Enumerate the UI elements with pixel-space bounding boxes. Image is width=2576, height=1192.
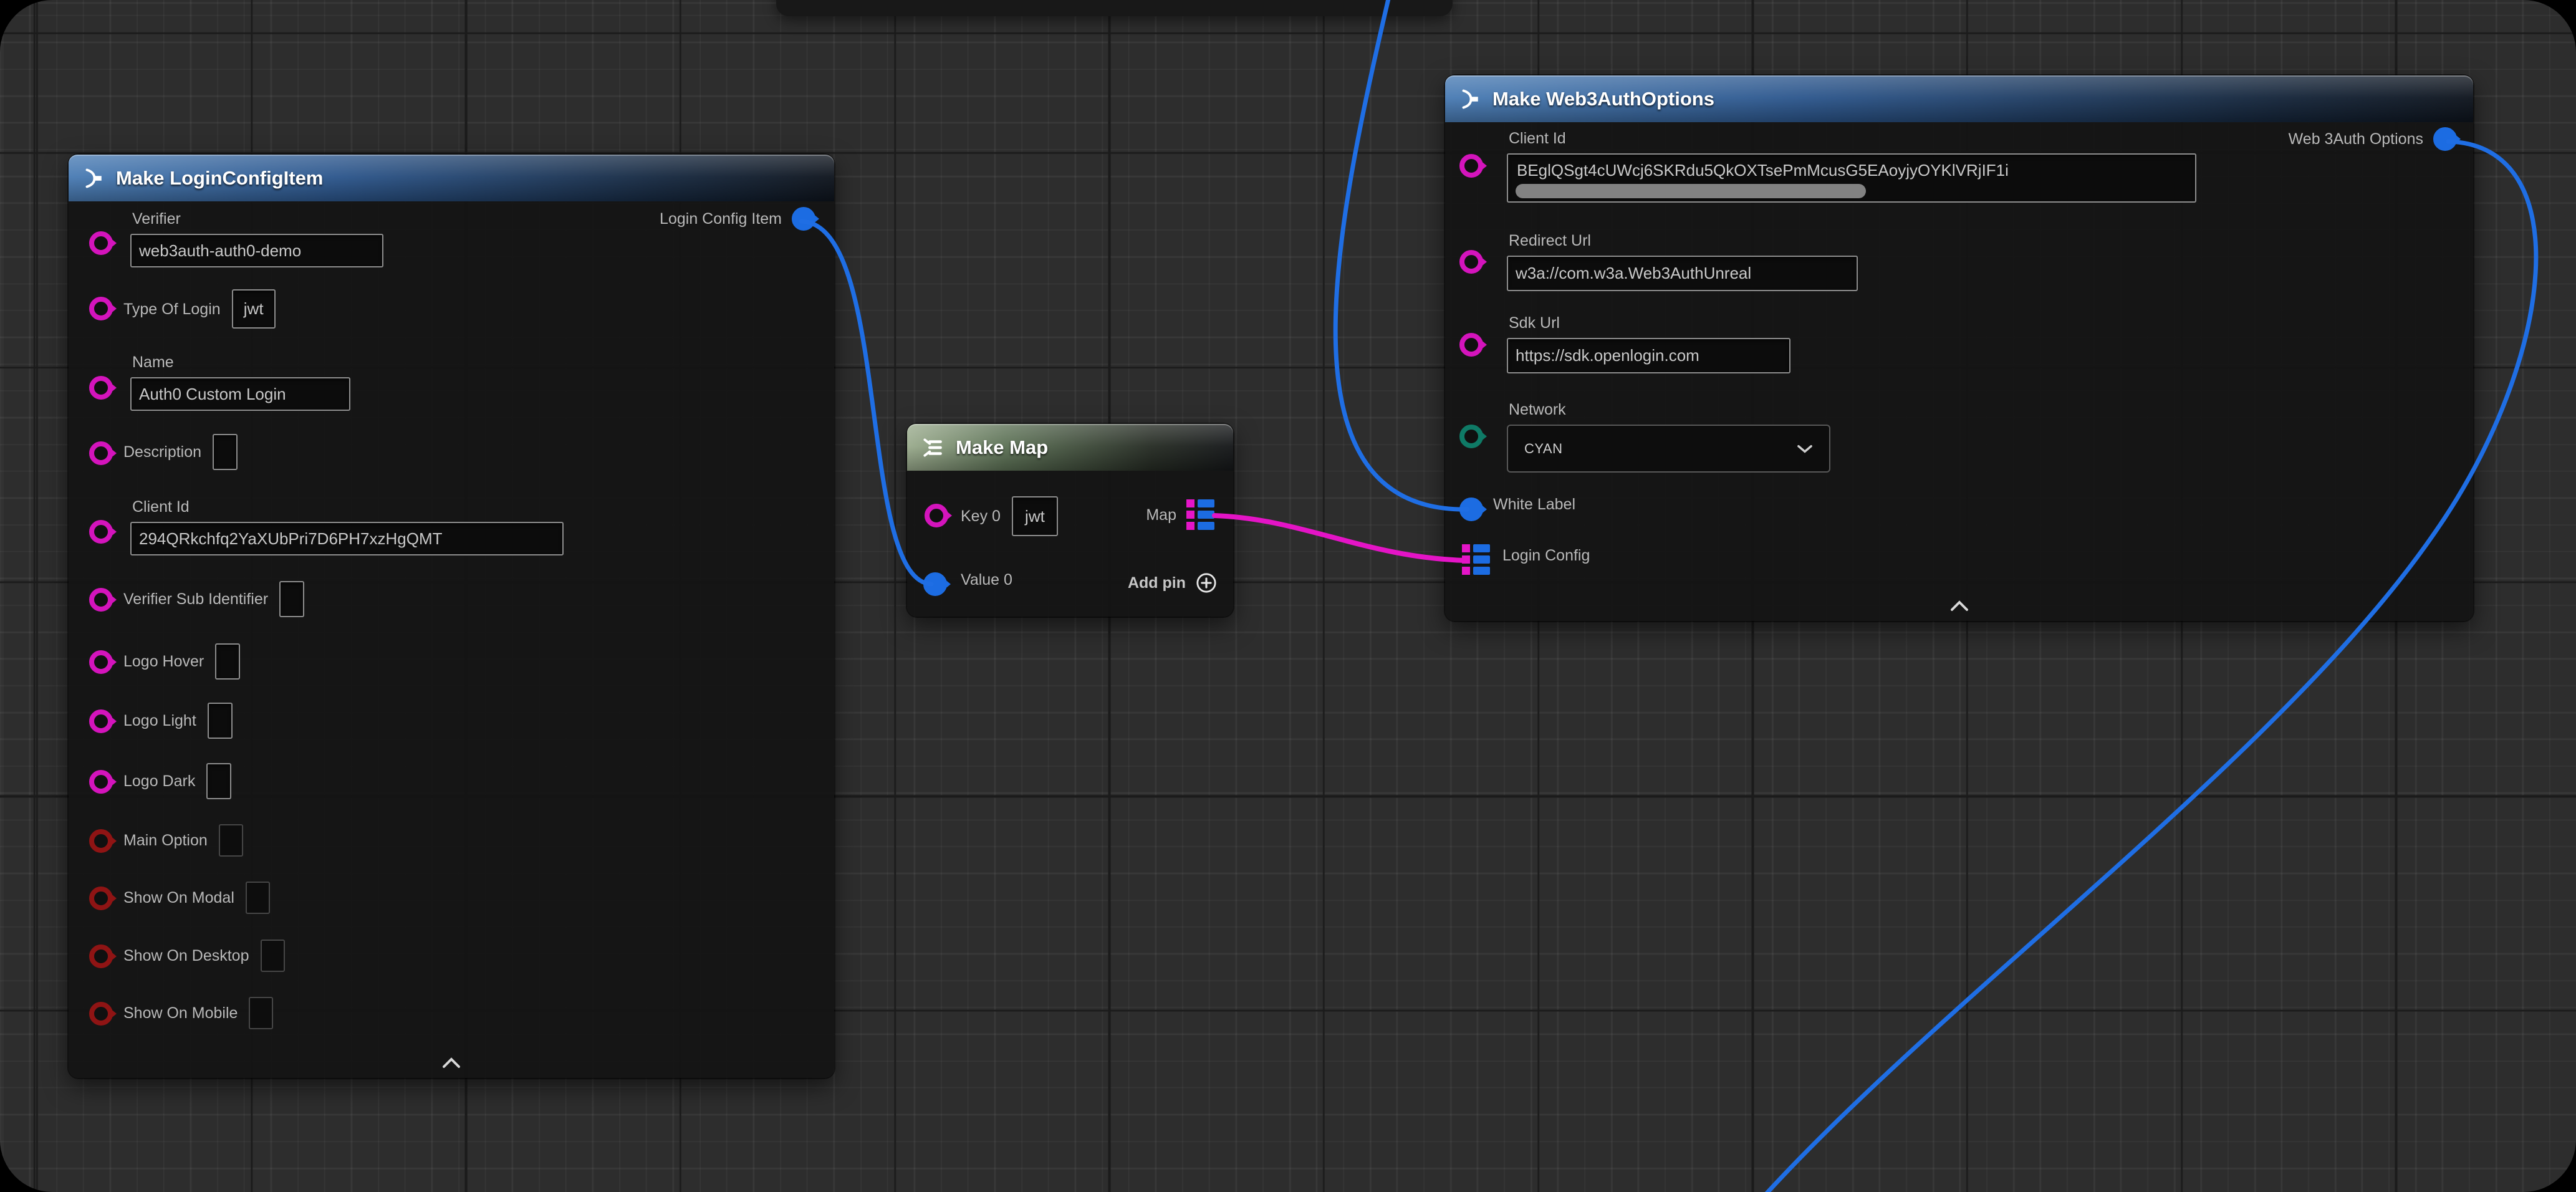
pin-label-logo-light: Logo Light [123,711,196,730]
node-header-make-loginconfigitem[interactable]: Make LoginConfigItem [69,155,834,201]
input-verifier[interactable]: web3auth-auth0-demo [130,234,383,267]
pin-label-network: Network [1509,400,1830,419]
pin-logo-dark[interactable] [89,770,113,794]
pin-label-login-config: Login Config [1502,546,1590,565]
wire-map-to-loginconfig[interactable] [1214,516,1465,560]
chevron-down-icon [1797,444,1813,454]
node-title: Make LoginConfigItem [116,167,323,190]
map-pin-icon[interactable] [1186,499,1214,530]
add-pin-label[interactable]: Add pin [1128,574,1186,592]
collapse-chevron-icon[interactable] [442,1057,461,1072]
pin-sdk-url[interactable] [1459,333,1483,357]
pin-label-verifier-sub-identifier: Verifier Sub Identifier [123,590,268,608]
pin-show-on-modal[interactable] [89,887,113,910]
checkbox-show-on-modal[interactable] [246,882,270,914]
input-redirect-url[interactable]: w3a://com.w3a.Web3AuthUnreal [1507,256,1858,291]
checkbox-main-option[interactable] [219,824,243,857]
pin-label-type-of-login: Type Of Login [123,300,221,319]
pin-verifier[interactable] [89,231,113,255]
pin-name[interactable] [89,376,113,400]
client-id-text: BEglQSgt4cUWcj6SKRdu5QkOXTsePmMcusG5EAoy… [1517,157,2186,183]
network-selected-value: CYAN [1524,441,1563,457]
input-logo-dark[interactable] [206,763,231,799]
output-pin-web3auth-options[interactable] [2433,127,2457,151]
pin-label-show-on-mobile: Show On Mobile [123,1004,238,1022]
add-pin-icon[interactable] [1196,572,1217,594]
pin-logo-hover[interactable] [89,650,113,674]
node-make-web3authoptions[interactable]: Make Web3AuthOptions Web 3Auth Options C… [1445,75,2473,621]
offscreen-node-edge[interactable] [776,0,1453,16]
pin-label-show-on-modal: Show On Modal [123,888,234,907]
pin-label-show-on-desktop: Show On Desktop [123,946,249,965]
pin-type-of-login[interactable] [89,297,113,320]
input-key-0[interactable]: jwt [1012,496,1058,536]
checkbox-show-on-mobile[interactable] [249,997,273,1029]
output-pin-label: Login Config Item [660,209,782,228]
input-logo-light[interactable] [208,703,233,739]
pin-show-on-mobile[interactable] [89,1002,113,1026]
pin-label-white-label: White Label [1493,495,1575,514]
pin-label-logo-hover: Logo Hover [123,652,204,671]
output-pin-login-config-item[interactable] [792,207,815,231]
pin-label-name: Name [132,353,350,372]
pin-verifier-sub-identifier[interactable] [89,588,113,612]
input-description[interactable] [213,434,238,470]
pin-label-sdk-url: Sdk Url [1509,314,1790,332]
pin-logo-light[interactable] [89,709,113,733]
pin-label-client-id: Client Id [132,497,564,516]
pin-client-id[interactable] [89,520,113,544]
input-client-id[interactable]: 294QRkchfq2YaXUbPri7D6PH7xzHgQMT [130,522,564,555]
input-verifier-sub-identifier[interactable] [279,581,304,617]
pin-show-on-desktop[interactable] [89,944,113,968]
pin-label-value-0: Value 0 [961,570,1012,589]
pin-label-key-0: Key 0 [961,507,1001,526]
node-header-make-map[interactable]: Make Map [907,424,1233,471]
checkbox-show-on-desktop[interactable] [261,940,285,972]
pin-description[interactable] [89,441,113,465]
pin-key-0[interactable] [925,504,948,527]
node-title: Make Map [956,436,1048,459]
network-dropdown[interactable]: CYAN [1507,425,1830,473]
node-make-loginconfigitem[interactable]: Make LoginConfigItem Login Config Item V… [69,155,834,1078]
node-title: Make Web3AuthOptions [1492,88,1714,110]
collapse-chevron-icon[interactable] [1950,600,1969,615]
input-type-of-login[interactable]: jwt [232,289,276,329]
input-name[interactable]: Auth0 Custom Login [130,377,350,411]
pin-label-description: Description [123,443,201,461]
pin-client-id[interactable] [1459,154,1483,178]
input-logo-hover[interactable] [215,643,240,680]
pin-label-main-option: Main Option [123,831,208,850]
make-struct-icon [82,167,105,190]
pin-label-client-id: Client Id [1509,129,2196,148]
pin-network[interactable] [1459,425,1483,448]
input-sdk-url[interactable]: https://sdk.openlogin.com [1507,338,1790,373]
node-header-make-web3authoptions[interactable]: Make Web3AuthOptions [1445,75,2473,122]
pin-main-option[interactable] [89,829,113,853]
input-client-id[interactable]: BEglQSgt4cUWcj6SKRdu5QkOXTsePmMcusG5EAoy… [1507,153,2196,203]
pin-label-verifier: Verifier [132,209,383,228]
output-pin-label: Web 3Auth Options [2289,130,2423,148]
make-struct-icon [1459,88,1481,110]
pin-redirect-url[interactable] [1459,250,1483,274]
pin-label-logo-dark: Logo Dark [123,772,195,791]
output-pin-label-map: Map [1146,506,1176,524]
node-make-map[interactable]: Make Map Key 0 jwt Map Value 0 Add pin [907,424,1233,617]
make-map-icon [921,436,944,459]
pin-label-redirect-url: Redirect Url [1509,231,1858,250]
horizontal-scrollbar[interactable] [1516,184,1866,198]
blueprint-graph-canvas[interactable]: Make LoginConfigItem Login Config Item V… [0,0,2576,1192]
